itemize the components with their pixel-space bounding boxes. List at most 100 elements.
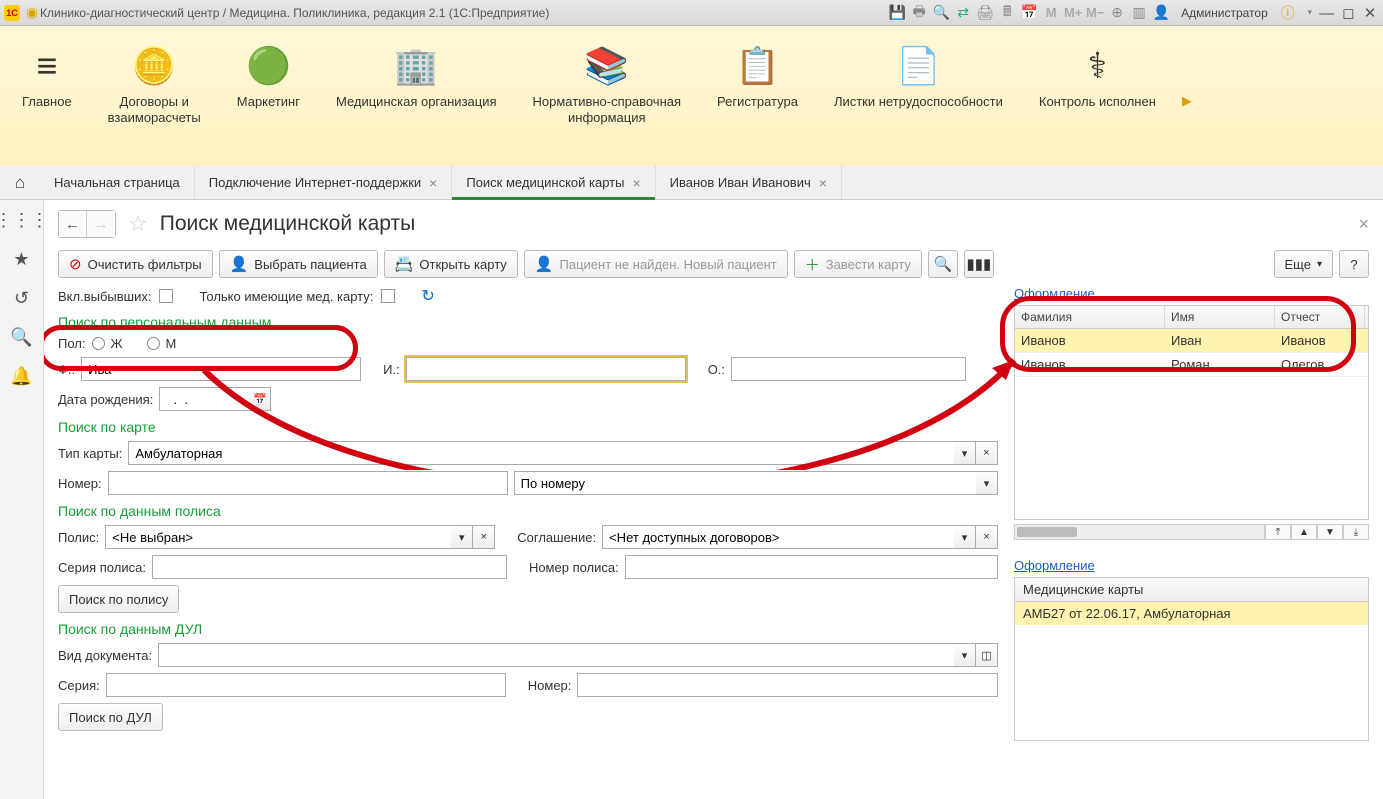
section-marketing[interactable]: 🟢Маркетинг <box>219 34 318 110</box>
col-surname[interactable]: Фамилия <box>1015 306 1165 328</box>
page-close-icon[interactable]: × <box>1358 214 1369 235</box>
zoom-icon[interactable]: ⊕ <box>1109 5 1125 21</box>
agreement-input[interactable] <box>602 525 954 549</box>
calendar-picker-icon[interactable]: 📅 <box>249 387 271 411</box>
tab-internet-support[interactable]: Подключение Интернет-поддержки× <box>195 166 453 199</box>
policy-series-input[interactable] <box>152 555 507 579</box>
policy-input[interactable] <box>105 525 451 549</box>
scroll-thumb[interactable] <box>1017 527 1077 537</box>
clear-icon[interactable]: × <box>473 525 495 549</box>
m-minus-icon[interactable]: M− <box>1087 5 1103 21</box>
scroll-down-icon[interactable]: ▼ <box>1317 524 1343 540</box>
refresh-icon[interactable]: ↻ <box>421 286 434 306</box>
bell-icon[interactable]: 🔔 <box>10 366 32 387</box>
section-registry[interactable]: 📋Регистратура <box>699 34 816 110</box>
table-row[interactable]: Иванов Иван Иванов <box>1015 329 1368 353</box>
print2-icon[interactable]: 🖨 <box>977 5 993 21</box>
section-reference[interactable]: 📚Нормативно-справочная информация <box>515 34 700 125</box>
clear-icon[interactable]: × <box>976 525 998 549</box>
favorite-icon[interactable]: ☆ <box>128 211 148 237</box>
star-icon[interactable]: ★ <box>13 249 29 270</box>
card-type-input[interactable] <box>128 441 954 465</box>
gender-male-radio[interactable] <box>147 337 160 350</box>
calendar-icon[interactable]: 📅 <box>1021 5 1037 21</box>
card-row[interactable]: АМБ27 от 22.06.17, Амбулаторная <box>1015 602 1368 625</box>
dropdown-icon[interactable]: ▾ <box>954 525 976 549</box>
scroll-bottom-icon[interactable]: ⤓ <box>1343 524 1369 540</box>
close-window-icon[interactable]: ✕ <box>1361 4 1379 22</box>
patient-not-found-button[interactable]: 👤Пациент не найден. Новый пациент <box>524 250 788 278</box>
tab-close-icon[interactable]: × <box>429 175 437 191</box>
search-by-dul-button[interactable]: Поиск по ДУЛ <box>58 703 163 731</box>
dropdown-icon[interactable]: ▾ <box>451 525 473 549</box>
tab-start-page[interactable]: Начальная страница <box>40 166 195 199</box>
plus-icon: ＋ <box>805 254 820 275</box>
col-name[interactable]: Имя <box>1165 306 1275 328</box>
nav-forward-button[interactable]: → <box>87 211 115 237</box>
search-button[interactable]: 🔍 <box>928 250 958 278</box>
info-drop-icon[interactable]: ▾ <box>1302 5 1318 21</box>
dropdown-icon[interactable]: ▾ <box>954 643 976 667</box>
open-card-button[interactable]: 📇Открыть карту <box>384 250 518 278</box>
m-plus-icon[interactable]: M+ <box>1065 5 1081 21</box>
table-row[interactable]: Иванов Роман Олегов <box>1015 353 1368 377</box>
dropdown-icon[interactable]: ▾ <box>976 471 998 495</box>
section-medical-org[interactable]: 🏢Медицинская организация <box>318 34 515 110</box>
section-main[interactable]: ≡Главное <box>4 34 90 110</box>
by-number-select[interactable] <box>514 471 976 495</box>
tab-close-icon[interactable]: × <box>632 175 640 191</box>
col-patronymic[interactable]: Отчест <box>1275 306 1365 328</box>
gender-female-radio[interactable] <box>92 337 105 350</box>
ribbon-more-icon[interactable]: ▸ <box>1174 88 1200 113</box>
more-button[interactable]: Еще ▾ <box>1274 250 1333 278</box>
history-icon[interactable]: ↺ <box>14 288 29 309</box>
help-button[interactable]: ? <box>1339 250 1369 278</box>
dob-input[interactable] <box>159 387 249 411</box>
dul-number-input[interactable] <box>577 673 998 697</box>
clear-icon[interactable]: × <box>976 441 998 465</box>
dul-number-label: Номер: <box>528 678 572 693</box>
clear-filters-button[interactable]: ⊘Очистить фильтры <box>58 250 213 278</box>
info-icon[interactable]: ⓘ <box>1280 5 1296 21</box>
surname-input[interactable] <box>81 357 361 381</box>
scroll-up-icon[interactable]: ▲ <box>1291 524 1317 540</box>
apps-icon[interactable]: ⋮⋮⋮ <box>0 210 49 231</box>
print-icon[interactable]: 🖶 <box>911 5 927 21</box>
firstname-input[interactable] <box>406 357 686 381</box>
save-icon[interactable]: 💾 <box>889 5 905 21</box>
section-control[interactable]: ⚕Контроль исполнен <box>1021 34 1174 110</box>
scroll-top-icon[interactable]: ⤒ <box>1265 524 1291 540</box>
panels-icon[interactable]: ▥ <box>1131 5 1147 21</box>
search-rail-icon[interactable]: 🔍 <box>10 327 32 348</box>
maximize-icon[interactable]: ◻ <box>1339 4 1357 22</box>
card-number-input[interactable] <box>108 471 508 495</box>
tab-patient[interactable]: Иванов Иван Иванович× <box>656 166 842 199</box>
preview-icon[interactable]: 🔍 <box>933 5 949 21</box>
dul-series-input[interactable] <box>106 673 506 697</box>
tab-close-icon[interactable]: × <box>819 175 827 191</box>
new-card-button[interactable]: ＋Завести карту <box>794 250 922 278</box>
barcode-button[interactable]: ▮▮▮ <box>964 250 994 278</box>
nav-back-button[interactable]: ← <box>59 211 87 237</box>
calc-icon[interactable]: 🖩 <box>999 5 1015 21</box>
expand-icon[interactable]: ◫ <box>976 643 998 667</box>
dropdown-icon[interactable]: ▾ <box>954 441 976 465</box>
oformlenie-link[interactable]: Оформление <box>1014 286 1095 301</box>
incl-left-checkbox[interactable] <box>159 289 173 303</box>
dul-doc-type-input[interactable] <box>158 643 954 667</box>
has-card-checkbox[interactable] <box>381 289 395 303</box>
dropdown-icon[interactable]: ◉ <box>24 5 40 21</box>
section-sick-leave[interactable]: 📄Листки нетрудоспособности <box>816 34 1021 110</box>
compare-icon[interactable]: ⇄ <box>955 5 971 21</box>
policy-number-input[interactable] <box>625 555 998 579</box>
home-icon[interactable]: ⌂ <box>0 166 40 199</box>
tab-search-card[interactable]: Поиск медицинской карты× <box>452 166 655 199</box>
section-contracts[interactable]: 🪙Договоры и взаиморасчеты <box>90 34 219 125</box>
oformlenie-link-2[interactable]: Оформление <box>1014 558 1095 573</box>
m-icon[interactable]: M <box>1043 5 1059 21</box>
minimize-icon[interactable]: — <box>1318 5 1336 22</box>
patronymic-input[interactable] <box>731 357 966 381</box>
search-by-policy-button[interactable]: Поиск по полису <box>58 585 179 613</box>
h-scrollbar[interactable] <box>1014 524 1265 540</box>
select-patient-button[interactable]: 👤Выбрать пациента <box>219 250 378 278</box>
